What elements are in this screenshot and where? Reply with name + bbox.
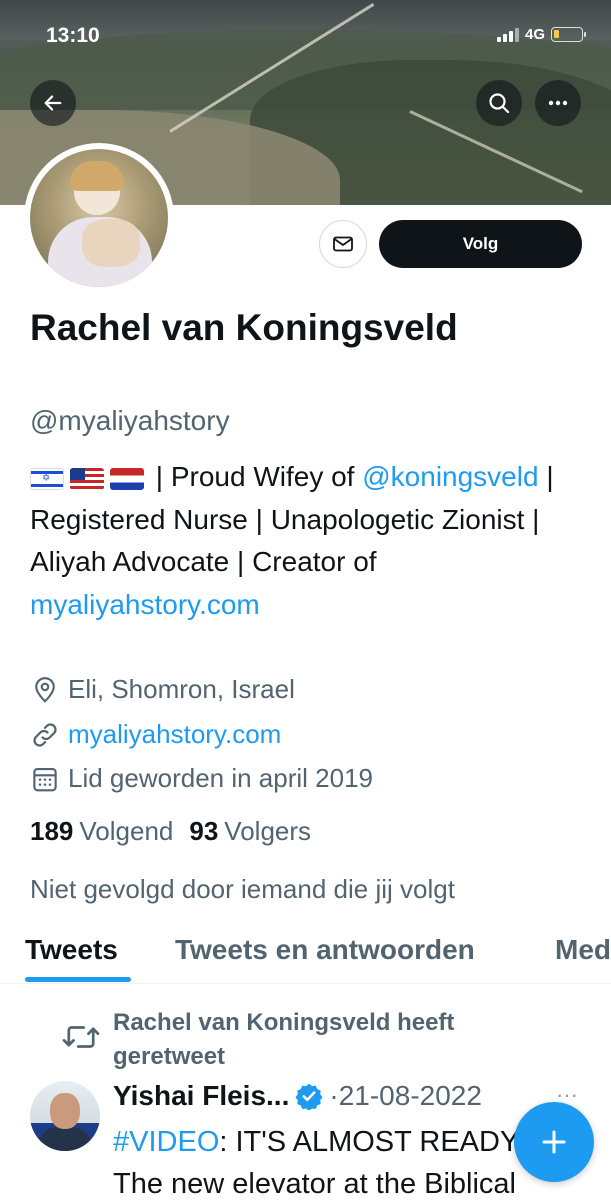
search-icon bbox=[489, 93, 510, 114]
status-indicators: 4G bbox=[496, 26, 586, 43]
profile-avatar[interactable] bbox=[24, 143, 174, 293]
followers-count: 93 bbox=[189, 816, 219, 846]
bio-website-link[interactable]: myaliyahstory.com bbox=[30, 589, 260, 620]
tweet-hashtag[interactable]: #VIDEO bbox=[113, 1126, 219, 1158]
more-button[interactable] bbox=[535, 80, 581, 126]
tab-tweets-and-replies[interactable]: Tweets en antwoorden bbox=[175, 934, 475, 966]
profile-stats: 189 Volgend 93 Volgers bbox=[30, 816, 311, 847]
flag-emojis: ✡ bbox=[30, 467, 144, 490]
retweet-label[interactable]: Rachel van Koningsveld heeft geretweet bbox=[113, 1006, 473, 1074]
follow-button[interactable]: Volg bbox=[379, 220, 582, 268]
network-type: 4G bbox=[524, 26, 545, 43]
tweet-date[interactable]: 21-08-2022 bbox=[339, 1080, 482, 1112]
tweet-author-avatar[interactable] bbox=[30, 1081, 100, 1151]
not-followed-note: Niet gevolgd door iemand die jij volgt bbox=[30, 874, 455, 904]
active-tab-indicator bbox=[25, 977, 131, 982]
mail-icon bbox=[333, 236, 353, 252]
location-text: Eli, Shomron, Israel bbox=[68, 674, 295, 704]
joined-text: Lid geworden in april 2019 bbox=[68, 763, 373, 793]
bio-text-1: | Proud Wifey of bbox=[148, 461, 363, 492]
back-button[interactable] bbox=[30, 80, 76, 126]
compose-tweet-button[interactable] bbox=[514, 1102, 594, 1182]
profile-joined: Lid geworden in april 2019 bbox=[30, 763, 373, 794]
battery-icon bbox=[551, 27, 586, 42]
profile-website[interactable]: myaliyahstory.com bbox=[30, 719, 281, 750]
profile-location: Eli, Shomron, Israel bbox=[30, 674, 295, 705]
tweet-line-1: : IT'S ALMOST READY bbox=[219, 1126, 520, 1158]
following-stat[interactable]: 189 Volgend bbox=[30, 816, 173, 847]
bio-mention-link[interactable]: @koningsveld bbox=[362, 461, 538, 492]
usa-flag-icon bbox=[70, 467, 104, 490]
followers-stat[interactable]: 93 Volgers bbox=[189, 816, 311, 847]
profile-name: Rachel van Koningsveld bbox=[30, 307, 458, 348]
status-time: 13:10 bbox=[46, 24, 100, 47]
website-link[interactable]: myaliyahstory.com bbox=[68, 719, 281, 750]
tweet-author-name[interactable]: Yishai Fleis... bbox=[113, 1080, 289, 1112]
link-icon bbox=[33, 722, 57, 747]
profile-tabs: Tweets Tweets en antwoorden Media bbox=[0, 926, 611, 984]
following-label: Volgend bbox=[79, 816, 174, 846]
tweet-header: Yishai Fleis... · 21-08-2022 bbox=[113, 1080, 482, 1112]
search-button[interactable] bbox=[476, 80, 522, 126]
location-pin-icon bbox=[35, 676, 55, 703]
following-count: 189 bbox=[30, 816, 74, 846]
israel-flag-icon: ✡ bbox=[30, 467, 64, 490]
tweet-separator: · bbox=[329, 1080, 339, 1111]
arrow-left-icon bbox=[44, 95, 62, 111]
followers-label: Volgers bbox=[224, 816, 312, 846]
calendar-icon bbox=[33, 767, 57, 791]
tab-media[interactable]: Media bbox=[555, 934, 611, 966]
netherlands-flag-icon bbox=[110, 467, 144, 490]
verified-badge-icon bbox=[295, 1083, 323, 1110]
more-horizontal-icon bbox=[548, 100, 568, 106]
profile-handle: @myaliyahstory bbox=[30, 405, 230, 436]
tab-tweets[interactable]: Tweets bbox=[25, 934, 118, 966]
retweet-icon bbox=[62, 1022, 100, 1057]
plus-icon bbox=[542, 1130, 566, 1154]
profile-bio: ✡ | Proud Wifey of @koningsveld | Regist… bbox=[30, 456, 590, 626]
message-button[interactable] bbox=[319, 220, 367, 268]
signal-icon bbox=[496, 27, 519, 42]
tweet-line-2: The new elevator at the Biblical bbox=[113, 1168, 516, 1200]
